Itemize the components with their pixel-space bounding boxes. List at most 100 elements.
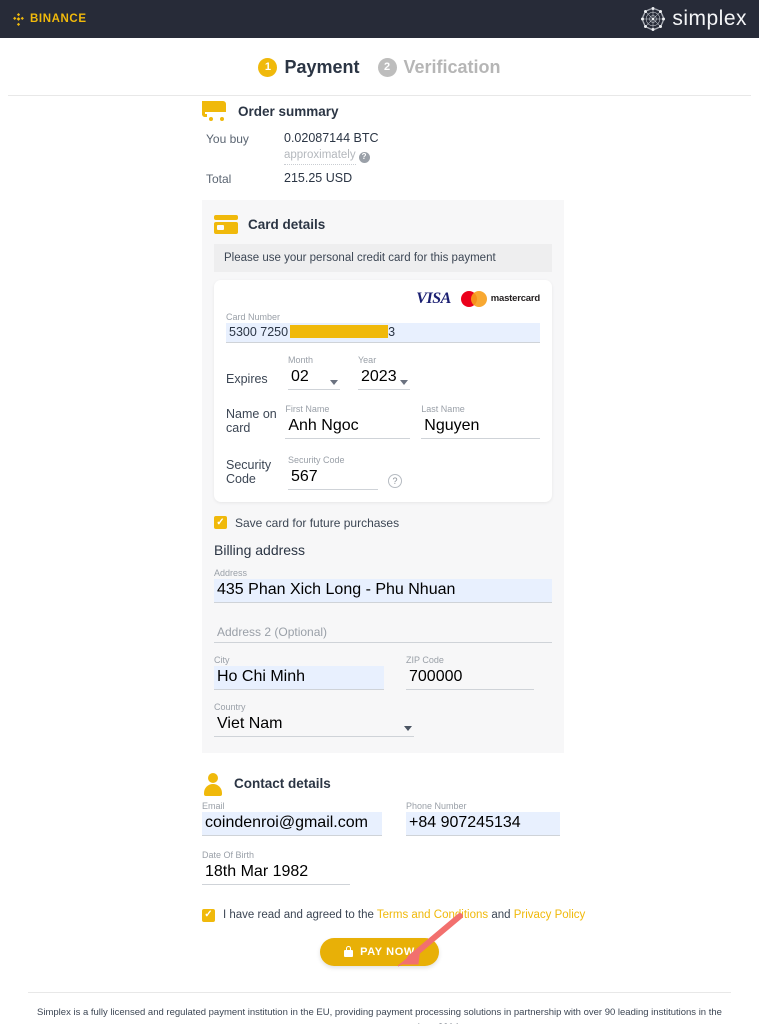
card-details-header: Card details — [214, 210, 552, 240]
email-input[interactable]: coindenroi@gmail.com — [202, 811, 382, 836]
terms-text: I have read and agreed to the Terms and … — [223, 909, 585, 921]
footer-divider — [28, 991, 731, 993]
save-card-label: Save card for future purchases — [235, 515, 400, 530]
chevron-down-icon — [330, 379, 338, 385]
simplex-logo[interactable]: simplex — [638, 4, 747, 34]
step-verification-label: Verification — [403, 56, 501, 77]
simplex-wordmark: simplex — [672, 7, 747, 30]
phone-group: Phone Number +84 907245134 — [406, 801, 560, 836]
save-card-row[interactable]: ✓ Save card for future purchases — [214, 516, 552, 530]
last-name-group: Last Name Nguyen — [421, 404, 540, 439]
visa-logo: VISA — [416, 289, 451, 307]
expiry-year-select[interactable]: Year 2023 — [358, 355, 410, 390]
approximately-label: approximately — [284, 148, 356, 165]
step-payment-label: Payment — [284, 56, 360, 77]
you-buy-label: You buy — [206, 132, 249, 146]
expires-row-label: Expires — [226, 371, 268, 386]
first-name-label: First Name — [285, 403, 330, 414]
card-form: VISA mastercard Card Number 5300 7250 3 — [214, 279, 552, 502]
order-summary-header: Order summary — [0, 96, 759, 126]
top-bar: BINANCE simplex — [0, 0, 759, 38]
question-mark-icon[interactable]: ? — [388, 473, 402, 488]
city-label: City — [214, 654, 230, 665]
address-label: Address — [214, 567, 248, 578]
expiry-year-value: 2023 — [358, 366, 410, 390]
first-name-input[interactable]: Anh Ngoc — [285, 415, 410, 439]
total-row: Total 215.25 USD — [206, 170, 759, 186]
total-label: Total — [206, 171, 232, 186]
last-name-label: Last Name — [421, 403, 465, 414]
security-code-input[interactable]: 567 — [288, 466, 378, 490]
security-code-label: Security Code — [288, 454, 345, 465]
pay-now-label: PAY NOW — [360, 945, 415, 958]
contact-details-title: Contact details — [234, 776, 331, 792]
card-number-tail-digit: 3 — [388, 324, 396, 339]
pay-now-button[interactable]: PAY NOW — [320, 937, 439, 966]
you-buy-row: You buy 0.02087144 BTC approximately? — [206, 130, 759, 165]
step-verification[interactable]: 2 Verification — [377, 56, 501, 78]
credit-card-icon — [214, 215, 238, 235]
terms-and-conditions-link[interactable]: Terms and Conditions — [377, 909, 488, 921]
mastercard-circles-icon — [460, 290, 487, 307]
payment-page: BINANCE simplex 1 Payment 2 Verification… — [0, 0, 759, 1024]
phone-label: Phone Number — [406, 800, 467, 811]
card-number-redaction-bar — [290, 325, 389, 339]
card-details-panel: Card details Please use your personal cr… — [202, 199, 564, 753]
expiry-year-label: Year — [358, 354, 377, 365]
expires-row: Expires Month 02 Year 2023 — [226, 355, 540, 390]
city-input[interactable]: Ho Chi Minh — [214, 665, 384, 690]
zip-input[interactable]: 700000 — [406, 666, 534, 690]
address2-group: Address 2 (Optional) — [214, 617, 552, 643]
footer-text: Simplex is a fully licensed and regulate… — [37, 1006, 722, 1024]
cart-icon — [202, 101, 228, 121]
mastercard-logo: mastercard — [460, 290, 540, 307]
last-name-input[interactable]: Nguyen — [421, 415, 540, 439]
pay-now-area: PAY NOW — [0, 912, 759, 967]
billing-address-title: Billing address — [214, 541, 306, 558]
expiry-month-label: Month — [288, 354, 314, 365]
security-code-row-label: Security Code — [226, 457, 272, 486]
step-payment[interactable]: 1 Payment — [258, 56, 360, 78]
mastercard-wordmark: mastercard — [490, 293, 540, 305]
approximately-wrap[interactable]: approximately? — [284, 146, 379, 165]
chevron-down-icon — [404, 725, 412, 731]
lock-icon — [344, 946, 354, 958]
country-select[interactable]: Viet Nam — [214, 713, 414, 737]
security-code-group: Security Code 567 — [288, 455, 378, 490]
dob-input[interactable]: 18th Mar 1982 — [202, 861, 350, 885]
simplex-mesh-icon — [641, 7, 666, 31]
you-buy-value-group: 0.02087144 BTC approximately? — [284, 130, 379, 165]
binance-wordmark: BINANCE — [30, 13, 87, 25]
card-notice: Please use your personal credit card for… — [214, 243, 552, 272]
privacy-policy-link[interactable]: Privacy Policy — [514, 909, 586, 921]
main-content: Order summary You buy 0.02087144 BTC app… — [0, 96, 759, 1024]
terms-middle: and — [488, 909, 514, 922]
name-on-card-row: Name on card First Name Anh Ngoc Last Na… — [226, 404, 540, 439]
city-group: City Ho Chi Minh — [214, 655, 384, 690]
card-number-input[interactable]: 5300 7250 3 — [226, 322, 540, 343]
step-indicator: 1 Payment 2 Verification — [0, 38, 759, 96]
terms-prefix: I have read and agreed to the — [223, 909, 377, 922]
dob-label: Date Of Birth — [202, 849, 255, 860]
address-input[interactable]: 435 Phan Xich Long - Phu Nhuan — [214, 578, 552, 603]
address-group: Address 435 Phan Xich Long - Phu Nhuan — [214, 568, 552, 603]
binance-logo[interactable]: BINANCE — [12, 12, 87, 26]
phone-input[interactable]: +84 907245134 — [406, 811, 560, 836]
expiry-month-select[interactable]: Month 02 — [288, 355, 340, 390]
contact-details-header: Contact details — [0, 769, 759, 799]
address2-input[interactable]: Address 2 (Optional) — [214, 617, 552, 643]
first-name-group: First Name Anh Ngoc — [285, 403, 410, 439]
name-on-card-row-label: Name on card — [226, 406, 277, 435]
step-verification-number: 2 — [377, 57, 397, 77]
terms-checkbox[interactable]: ✓ — [202, 908, 215, 922]
email-phone-row: Email coindenroi@gmail.com Phone Number … — [202, 801, 566, 836]
accepted-brands: VISA mastercard — [226, 290, 540, 308]
country-label: Country — [214, 701, 246, 712]
question-mark-icon[interactable]: ? — [358, 151, 370, 163]
save-card-checkbox[interactable]: ✓ — [214, 516, 227, 530]
email-group: Email coindenroi@gmail.com — [202, 801, 382, 836]
card-number-group: Card Number 5300 7250 3 — [226, 312, 540, 343]
you-buy-amount: 0.02087144 BTC — [284, 131, 379, 145]
binance-diamond-icon — [13, 12, 24, 26]
person-icon — [202, 772, 224, 796]
